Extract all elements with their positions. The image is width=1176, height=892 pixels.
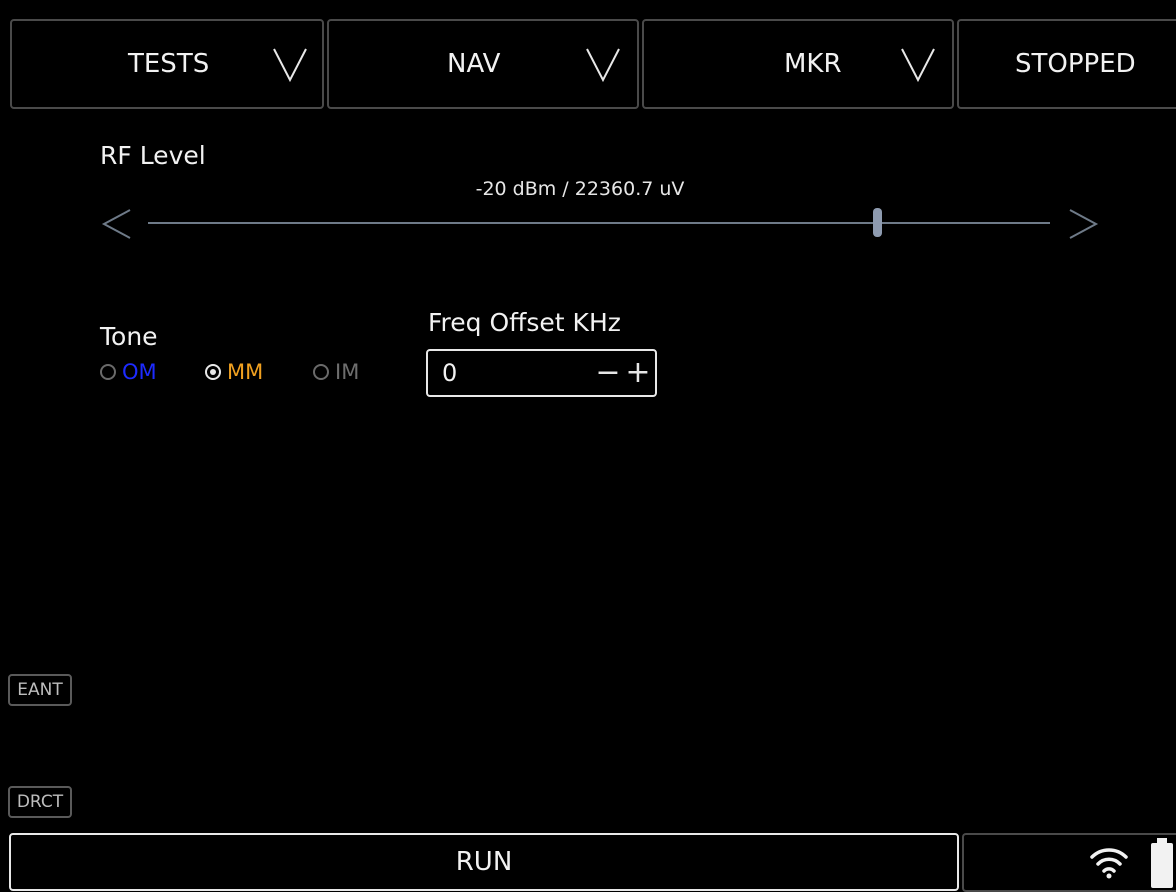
run-status-label: STOPPED — [1015, 49, 1136, 79]
mkr-dropdown-button[interactable]: MKR — [642, 19, 954, 109]
tone-radio-im[interactable]: IM — [313, 358, 359, 386]
rf-level-value: -20 dBm / 22360.7 uV — [475, 178, 685, 200]
tone-label: Tone — [100, 322, 158, 351]
nav-label: NAV — [447, 49, 501, 79]
radio-circle-icon — [100, 364, 116, 380]
chevron-down-icon — [273, 48, 307, 83]
drct-button[interactable]: DRCT — [8, 786, 72, 818]
minus-button[interactable]: − — [594, 351, 622, 395]
tone-option-im-label: IM — [335, 360, 360, 384]
wifi-icon — [1090, 848, 1128, 879]
freq-offset-value[interactable]: 0 — [442, 351, 457, 395]
chevron-left-icon[interactable] — [100, 206, 134, 242]
chevron-down-icon — [586, 48, 620, 83]
freq-offset-label: Freq Offset KHz — [428, 308, 621, 337]
rf-level-slider-thumb[interactable] — [873, 208, 882, 237]
mkr-label: MKR — [784, 49, 842, 79]
tone-option-mm-label: MM — [227, 360, 264, 384]
run-status-button[interactable]: STOPPED — [957, 19, 1176, 109]
rf-level-label: RF Level — [100, 141, 206, 170]
tone-radio-mm[interactable]: MM — [205, 358, 263, 386]
tests-dropdown-button[interactable]: TESTS — [10, 19, 324, 109]
tone-option-om-label: OM — [122, 360, 157, 384]
freq-offset-stepper[interactable]: 0 − + — [426, 349, 657, 397]
eant-button[interactable]: EANT — [8, 674, 72, 706]
tests-label: TESTS — [128, 49, 210, 79]
nav-dropdown-button[interactable]: NAV — [327, 19, 639, 109]
radio-checked-icon — [205, 364, 221, 380]
rf-level-slider-track[interactable] — [148, 222, 1050, 224]
radio-circle-icon — [313, 364, 329, 380]
run-button[interactable]: RUN — [9, 833, 959, 891]
chevron-down-icon — [901, 48, 935, 83]
tone-radio-om[interactable]: OM — [100, 358, 157, 386]
battery-icon — [1151, 838, 1173, 888]
chevron-right-icon[interactable] — [1066, 206, 1100, 242]
plus-button[interactable]: + — [624, 351, 652, 395]
status-panel — [962, 833, 1176, 892]
